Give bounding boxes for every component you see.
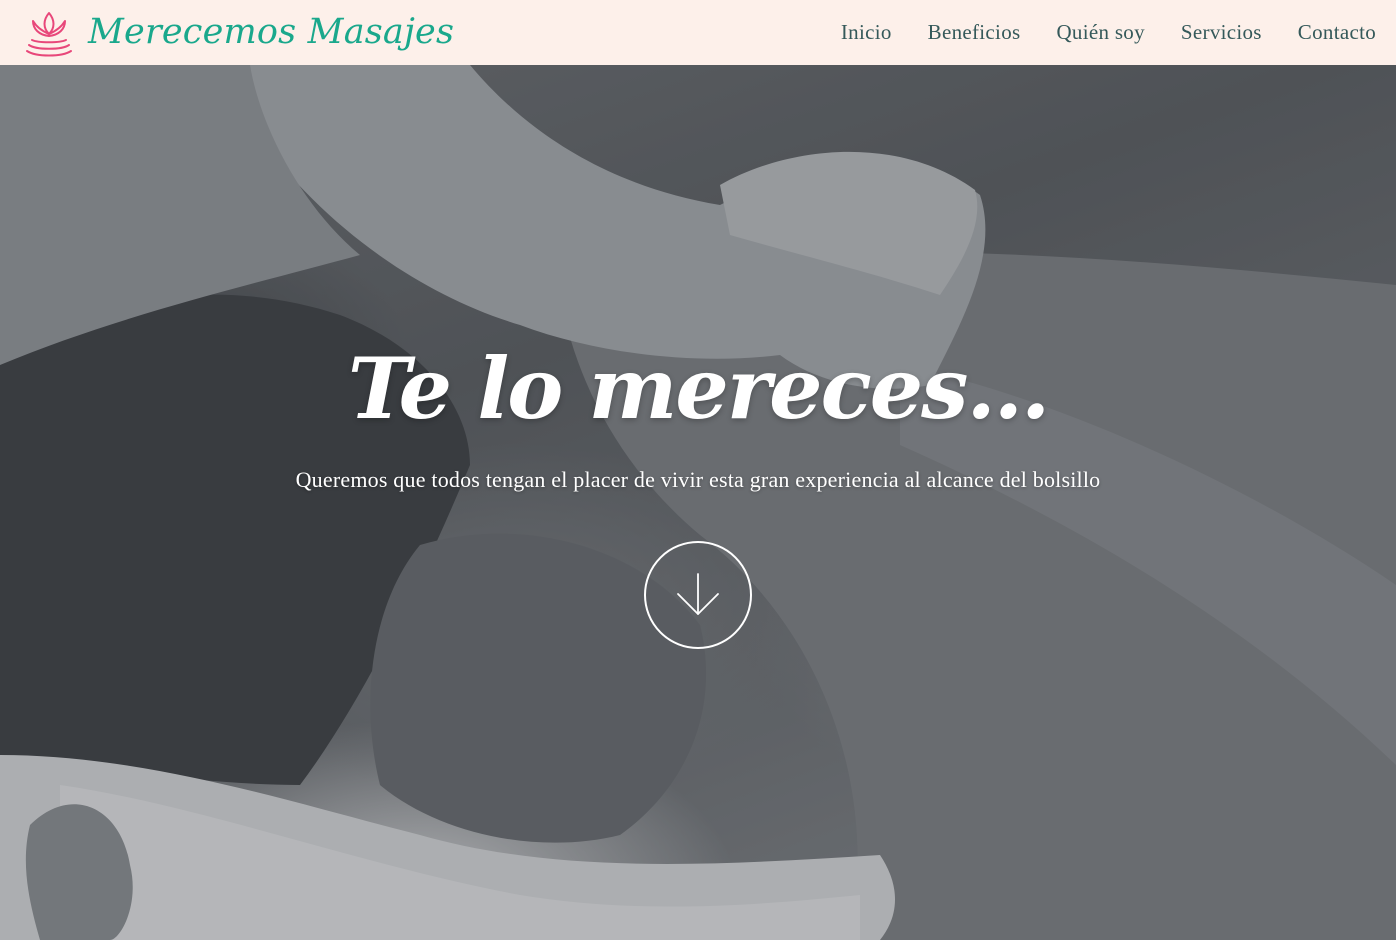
hero-title: Te lo mereces... (347, 339, 1050, 438)
scroll-down-button[interactable] (644, 541, 752, 649)
hero-subtitle: Queremos que todos tengan el placer de v… (295, 467, 1101, 492)
nav-link-servicios[interactable]: Servicios (1181, 20, 1262, 44)
nav-link-quien-soy[interactable]: Quién soy (1056, 20, 1144, 44)
arrow-down-icon (673, 570, 723, 620)
navbar: Merecemos Masajes Inicio Beneficios Quié… (0, 0, 1396, 65)
nav-link-beneficios[interactable]: Beneficios (928, 20, 1021, 44)
nav-link-contacto[interactable]: Contacto (1298, 20, 1376, 44)
lotus-candle-icon (22, 7, 76, 59)
brand-link[interactable]: Merecemos Masajes (22, 7, 454, 59)
hero-section: Te lo mereces... Queremos que todos teng… (0, 65, 1396, 940)
main-navigation: Inicio Beneficios Quién soy Servicios Co… (841, 20, 1376, 45)
nav-link-inicio[interactable]: Inicio (841, 20, 892, 44)
hero-content: Te lo mereces... Queremos que todos teng… (0, 65, 1396, 940)
brand-name: Merecemos Masajes (88, 12, 455, 52)
